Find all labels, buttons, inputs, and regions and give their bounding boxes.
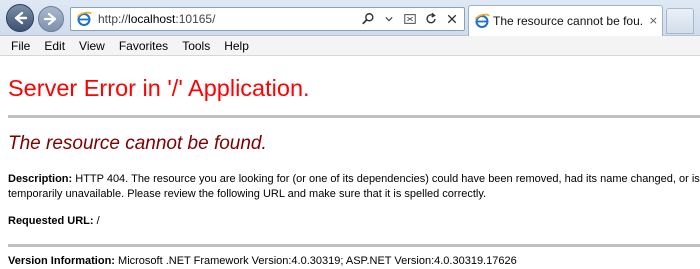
description-label: Description: (8, 173, 73, 185)
ie-tab-icon (474, 13, 490, 28)
server-error-title: Server Error in '/' Application. (8, 75, 310, 101)
new-tab-button[interactable] (666, 8, 694, 34)
requested-url-label: Requested URL: (8, 215, 94, 227)
address-bar[interactable]: http://localhost:10165/ (70, 7, 465, 31)
address-tools (360, 11, 460, 27)
browser-tab-active[interactable]: The resource cannot be fou... × (468, 5, 663, 36)
divider (8, 115, 700, 118)
forward-button[interactable] (38, 6, 64, 32)
compatibility-view-icon[interactable] (402, 11, 418, 27)
menu-bar: File Edit View Favorites Tools Help (0, 36, 700, 56)
back-arrow-icon (14, 11, 28, 25)
version-text: Microsoft .NET Framework Version:4.0.303… (118, 255, 517, 267)
url-host: localhost (128, 12, 176, 26)
browser-toolbar: http://localhost:10165/ The resource can… (0, 0, 700, 36)
menu-favorites[interactable]: Favorites (112, 39, 175, 53)
menu-file[interactable]: File (4, 39, 37, 53)
url-path: :10165/ (175, 12, 216, 26)
menu-help[interactable]: Help (217, 39, 256, 53)
address-url[interactable]: http://localhost:10165/ (98, 12, 215, 26)
forward-arrow-icon (43, 12, 57, 26)
ie-page-icon (76, 11, 92, 26)
description: Description: HTTP 404. The resource you … (8, 172, 700, 202)
refresh-icon[interactable] (423, 11, 439, 27)
version-label: Version Information: (8, 255, 115, 267)
requested-url-value: / (96, 215, 100, 227)
tab-close-icon[interactable]: × (649, 14, 658, 27)
chevron-down-icon[interactable] (381, 11, 397, 27)
page-content: Server Error in '/' Application. The res… (0, 57, 700, 269)
back-button[interactable] (6, 4, 34, 32)
divider (8, 244, 700, 247)
not-found-heading: The resource cannot be found. (8, 133, 267, 154)
description-text: HTTP 404. The resource you are looking f… (8, 173, 700, 200)
url-scheme: http:// (98, 12, 129, 26)
menu-edit[interactable]: Edit (37, 39, 72, 53)
requested-url: Requested URL: / (8, 215, 100, 227)
menu-view[interactable]: View (72, 39, 112, 53)
close-icon[interactable] (444, 11, 460, 27)
tab-title: The resource cannot be fou... (493, 14, 643, 28)
menu-tools[interactable]: Tools (175, 39, 217, 53)
search-icon[interactable] (360, 11, 376, 27)
version-info: Version Information: Microsoft .NET Fram… (8, 255, 517, 267)
